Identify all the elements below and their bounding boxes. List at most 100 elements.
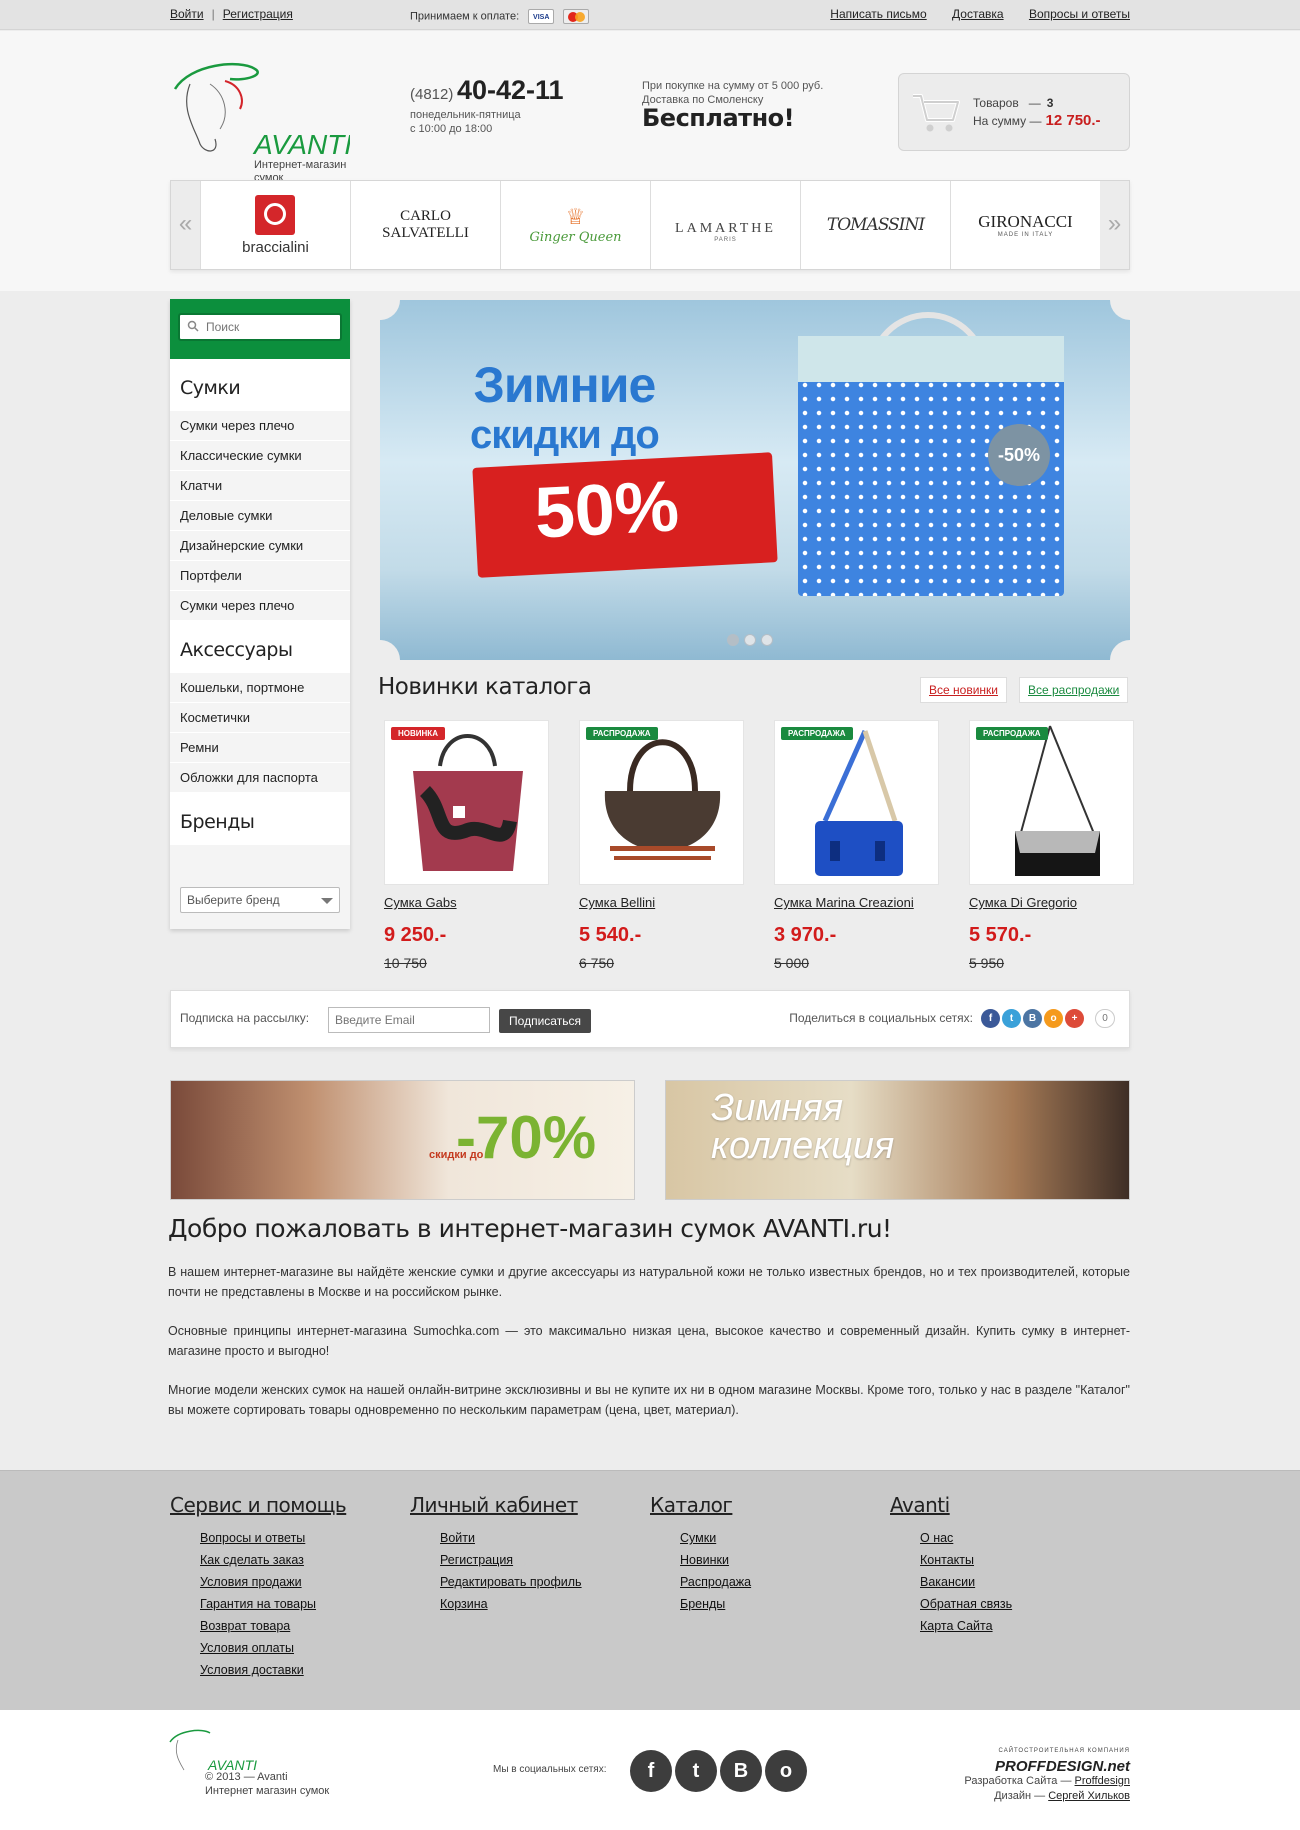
chevron-down-icon [321, 898, 333, 904]
product-card[interactable]: РАСПРОДАЖА Сумка Marina Creazioni 3 970.… [774, 720, 939, 971]
google-plus-icon[interactable]: + [1065, 1009, 1084, 1028]
product-name[interactable]: Сумка Bellini [579, 895, 744, 910]
sidebar-item[interactable]: Классические сумки [170, 441, 350, 471]
vk-icon[interactable]: B [720, 1750, 762, 1792]
footer-col-title[interactable]: Сервис и помощь [170, 1493, 347, 1517]
sidebar-item[interactable]: Кошельки, портмоне [170, 673, 350, 703]
product-image[interactable]: РАСПРОДАЖА [969, 720, 1134, 885]
facebook-icon[interactable]: f [981, 1009, 1000, 1028]
footer-link[interactable]: Распродажа [680, 1575, 751, 1589]
footer-link[interactable]: Вопросы и ответы [200, 1531, 305, 1545]
footer-col-title[interactable]: Каталог [650, 1493, 751, 1517]
footer-link[interactable]: Как сделать заказ [200, 1553, 304, 1567]
footer-link[interactable]: Возврат товара [200, 1619, 290, 1633]
footer-col-title[interactable]: Avanti [890, 1493, 1012, 1517]
sidebar-section-accessories[interactable]: Аксессуары [170, 621, 350, 673]
delivery-link[interactable]: Доставка [952, 7, 1004, 21]
footer-link[interactable]: Условия оплаты [200, 1641, 294, 1655]
footer-logo[interactable]: AVANTI [168, 1728, 258, 1772]
footer-link[interactable]: Обратная связь [920, 1597, 1012, 1611]
footer-link[interactable]: Войти [440, 1531, 475, 1545]
share-label: Поделиться в социальных сетях: [789, 1011, 973, 1025]
brand-gironacci[interactable]: GIRONACCI MADE IN ITALY [950, 181, 1100, 269]
footer-link[interactable]: Бренды [680, 1597, 725, 1611]
welcome-section: Добро пожаловать в интернет-магазин сумо… [168, 1214, 1130, 1420]
footer-link[interactable]: Сумки [680, 1531, 716, 1545]
footer-link[interactable]: Условия доставки [200, 1663, 304, 1677]
dev-link[interactable]: Proffdesign [1075, 1775, 1130, 1787]
product-image[interactable]: НОВИНКА [384, 720, 549, 885]
brand-braccialini[interactable]: braccialini [200, 181, 350, 269]
product-image[interactable]: РАСПРОДАЖА [774, 720, 939, 885]
dev-brand[interactable]: PROFFDESIGN.net [964, 1759, 1130, 1774]
twitter-icon[interactable]: t [1002, 1009, 1021, 1028]
sidebar-section-bags[interactable]: Сумки [170, 359, 350, 411]
faq-link[interactable]: Вопросы и ответы [1029, 7, 1130, 21]
sidebar-item[interactable]: Дизайнерские сумки [170, 531, 350, 561]
footer-link[interactable]: О нас [920, 1531, 953, 1545]
login-link[interactable]: Войти [170, 7, 204, 21]
sale-banner[interactable]: скидки до -70% [170, 1080, 635, 1200]
sidebar-item[interactable]: Клатчи [170, 471, 350, 501]
brand-lamarthe[interactable]: LAMARTHE PARIS [650, 181, 800, 269]
brands-prev-button[interactable]: « [171, 181, 200, 269]
odnoklassniki-icon[interactable]: о [765, 1750, 807, 1792]
twitter-icon[interactable]: t [675, 1750, 717, 1792]
sidebar-item[interactable]: Портфели [170, 561, 350, 591]
footer-link[interactable]: Контакты [920, 1553, 974, 1567]
cart-widget[interactable]: Товаров — 3 На сумму —12 750.- [898, 73, 1130, 151]
sidebar-item[interactable]: Ремни [170, 733, 350, 763]
brand-ginger-queen[interactable]: ♕ Ginger Queen [500, 181, 650, 269]
dev-label: Разработка Сайта — [964, 1775, 1072, 1787]
slide-dot[interactable] [744, 634, 756, 646]
facebook-icon[interactable]: f [630, 1750, 672, 1792]
odnoklassniki-icon[interactable]: о [1044, 1009, 1063, 1028]
search-input[interactable] [178, 313, 342, 341]
winter-collection-banner[interactable]: Зимняя коллекция [665, 1080, 1130, 1200]
product-name[interactable]: Сумка Di Gregorio [969, 895, 1134, 910]
write-letter-link[interactable]: Написать письмо [830, 7, 926, 21]
sidebar-item[interactable]: Сумки через плечо [170, 591, 350, 621]
footer-link[interactable]: Корзина [440, 1597, 488, 1611]
product-image[interactable]: РАСПРОДАЖА [579, 720, 744, 885]
product-badge: РАСПРОДАЖА [586, 727, 658, 740]
brand-carlo-salvatelli[interactable]: CARLO SALVATELLI [350, 181, 500, 269]
product-name[interactable]: Сумка Marina Creazioni [774, 895, 939, 910]
brand-tomassini[interactable]: TOMASSINI [800, 181, 950, 269]
footer-link[interactable]: Вакансии [920, 1575, 975, 1589]
brand-name: LAMARTHE [675, 221, 776, 236]
logo[interactable]: AVANTI Интернет-магазин сумок [170, 59, 352, 184]
hero-banner[interactable]: Зимние скидки до 50% -50% [380, 300, 1130, 660]
register-link[interactable]: Регистрация [223, 7, 293, 21]
sidebar-item[interactable]: Косметички [170, 703, 350, 733]
all-new-link[interactable]: Все новинки [920, 677, 1007, 703]
brands-next-button[interactable]: » [1100, 181, 1129, 269]
brand-select[interactable]: Выберите бренд [180, 887, 340, 913]
footer-col-title[interactable]: Личный кабинет [410, 1493, 582, 1517]
crown-icon: ♕ [565, 205, 586, 230]
dev-brand-top: САЙТОСТРОИТЕЛЬНАЯ КОМПАНИЯ [998, 1748, 1130, 1754]
product-card[interactable]: РАСПРОДАЖА Сумка Di Gregorio 5 570.- 5 9… [969, 720, 1134, 971]
footer-link[interactable]: Регистрация [440, 1553, 513, 1567]
sidebar-item[interactable]: Деловые сумки [170, 501, 350, 531]
footer-link[interactable]: Новинки [680, 1553, 729, 1567]
email-field[interactable] [328, 1007, 490, 1033]
footer-link[interactable]: Условия продажи [200, 1575, 302, 1589]
footer-link[interactable]: Гарантия на товары [200, 1597, 316, 1611]
vk-icon[interactable]: B [1023, 1009, 1042, 1028]
sidebar-section-brands[interactable]: Бренды [170, 793, 350, 845]
product-card[interactable]: РАСПРОДАЖА Сумка Bellini 5 540.- 6 750 [579, 720, 744, 971]
footer-link[interactable]: Редактировать профиль [440, 1575, 582, 1589]
design-link[interactable]: Сергей Хильков [1048, 1790, 1130, 1802]
bag-marina-image [815, 729, 903, 876]
product-name[interactable]: Сумка Gabs [384, 895, 549, 910]
product-card[interactable]: НОВИНКА Сумка Gabs 9 250.- 10 750 [384, 720, 549, 971]
logo-text: AVANTI [252, 129, 350, 159]
sidebar-item[interactable]: Обложки для паспорта [170, 763, 350, 793]
subscribe-button[interactable]: Подписаться [499, 1009, 591, 1033]
footer-link[interactable]: Карта Сайта [920, 1619, 993, 1633]
slide-dot[interactable] [727, 634, 739, 646]
sidebar-item[interactable]: Сумки через плечо [170, 411, 350, 441]
slide-dot[interactable] [761, 634, 773, 646]
all-sales-link[interactable]: Все распродажи [1019, 677, 1129, 703]
